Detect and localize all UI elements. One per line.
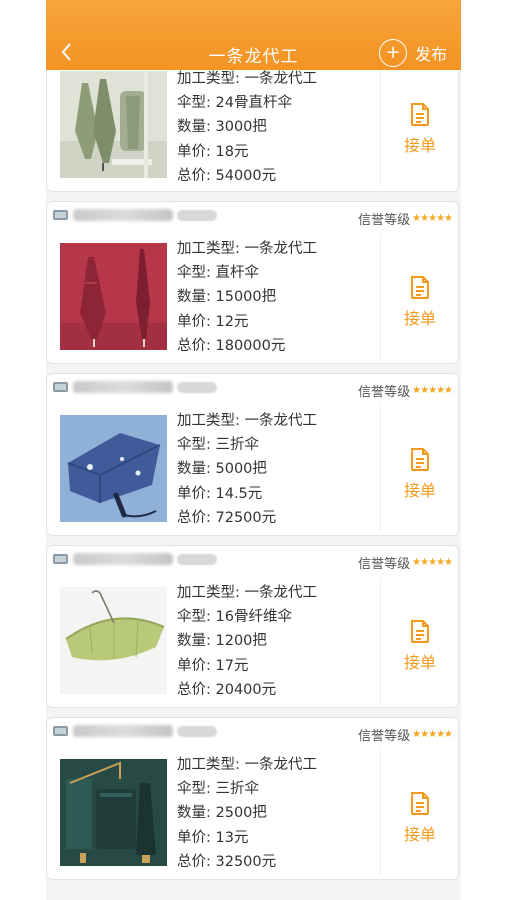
seller-name-blurred bbox=[73, 381, 173, 393]
order-card[interactable]: 信誉等级 ★★★★★ 加工类型: 一条龙代工 伞型: 16骨纤维伞 数量: 12… bbox=[46, 545, 459, 708]
quantity-row: 数量: 2500把 bbox=[177, 805, 267, 822]
seller-badge-blurred bbox=[177, 726, 217, 737]
order-info: 加工类型: 一条龙代工 伞型: 直杆伞 数量: 15000把 单价: 12元 总… bbox=[177, 237, 317, 358]
unit-price-row: 单价: 17元 bbox=[177, 657, 249, 674]
process-type-row: 加工类型: 一条龙代工 bbox=[177, 585, 317, 601]
umbrella-style-row: 伞型: 直杆伞 bbox=[177, 265, 259, 282]
product-image bbox=[60, 759, 167, 866]
order-info: 加工类型: 一条龙代工 伞型: 三折伞 数量: 5000把 单价: 14.5元 … bbox=[177, 409, 317, 530]
umbrella-style-row: 伞型: 16骨纤维伞 bbox=[177, 609, 292, 626]
document-icon bbox=[411, 103, 429, 126]
product-image bbox=[60, 415, 167, 522]
order-info: 加工类型: 一条龙代工 伞型: 16骨纤维伞 数量: 1200把 单价: 17元… bbox=[177, 581, 317, 702]
total-price-row: 总价: 72500元 bbox=[177, 509, 277, 526]
document-icon bbox=[411, 276, 429, 299]
order-card[interactable]: 信誉等级 ★★★★★ 加工类型: 一条龙代工 伞型: 三折伞 数量: 2500把… bbox=[46, 717, 459, 880]
rating-stars: ★★★★★ bbox=[412, 213, 453, 224]
order-card[interactable]: 信誉等级 ★★★★★ 加工类型: 一条龙代工 伞型: 三折伞 数量: 5000把… bbox=[46, 373, 459, 536]
accept-order-button[interactable]: 接单 bbox=[381, 448, 459, 501]
seller-name-blurred bbox=[73, 725, 173, 737]
credit-rating: 信誉等级 ★★★★★ bbox=[358, 729, 453, 744]
seller-avatar-icon bbox=[53, 726, 68, 736]
order-info: 加工类型: 一条龙代工 伞型: 三折伞 数量: 2500把 单价: 13元 总价… bbox=[177, 753, 317, 874]
accept-label: 接单 bbox=[403, 136, 436, 155]
unit-price-row: 单价: 13元 bbox=[177, 829, 249, 846]
umbrella-style-row: 伞型: 三折伞 bbox=[177, 781, 259, 798]
rating-stars: ★★★★★ bbox=[412, 385, 453, 396]
product-image bbox=[60, 71, 167, 178]
accept-label: 接单 bbox=[403, 653, 436, 672]
credit-rating: 信誉等级 ★★★★★ bbox=[358, 385, 453, 400]
quantity-row: 数量: 15000把 bbox=[177, 289, 277, 306]
unit-price-row: 单价: 12元 bbox=[177, 313, 249, 330]
publish-label: 发布 bbox=[414, 45, 447, 64]
seller-badge-blurred bbox=[177, 210, 217, 221]
credit-rating: 信誉等级 ★★★★★ bbox=[358, 213, 453, 228]
quantity-row: 数量: 1200把 bbox=[177, 633, 267, 650]
seller-row: 信誉等级 ★★★★★ bbox=[47, 546, 458, 574]
order-card[interactable]: 信誉等级 ★★★★★ 加工类型: 一条龙代工 伞型: 直杆伞 数量: 15000把 bbox=[46, 201, 459, 364]
umbrella-style-row: 伞型: 三折伞 bbox=[177, 437, 259, 454]
credit-rating: 信誉等级 ★★★★★ bbox=[358, 557, 453, 572]
total-price-row: 总价: 54000元 bbox=[177, 167, 277, 184]
rating-stars: ★★★★★ bbox=[412, 557, 453, 568]
seller-name-blurred bbox=[73, 209, 173, 221]
total-price-row: 总价: 20400元 bbox=[177, 681, 277, 698]
seller-row: 信誉等级 ★★★★★ bbox=[47, 374, 458, 402]
seller-avatar-icon bbox=[53, 382, 68, 392]
quantity-row: 数量: 5000把 bbox=[177, 461, 267, 478]
accept-order-button[interactable]: 接单 bbox=[381, 620, 459, 673]
seller-badge-blurred bbox=[177, 382, 217, 393]
total-price-row: 总价: 32500元 bbox=[177, 853, 277, 870]
seller-avatar-icon bbox=[53, 210, 68, 220]
process-type-row: 加工类型: 一条龙代工 bbox=[177, 413, 317, 429]
publish-button[interactable]: + 发布 bbox=[378, 38, 447, 68]
process-type-row: 加工类型: 一条龙代工 bbox=[177, 241, 317, 257]
umbrella-style-row: 伞型: 24骨直杆伞 bbox=[177, 95, 292, 112]
document-icon bbox=[411, 448, 429, 471]
accept-order-button[interactable]: 接单 bbox=[381, 276, 459, 329]
top-nav-bar: 一条龙代工 + 发布 bbox=[46, 0, 461, 70]
accept-label: 接单 bbox=[403, 825, 436, 844]
product-image bbox=[60, 243, 167, 350]
quantity-row: 数量: 3000把 bbox=[177, 119, 267, 136]
accept-order-button[interactable]: 接单 bbox=[381, 792, 459, 845]
accept-order-button[interactable]: 接单 bbox=[381, 103, 459, 156]
seller-badge-blurred bbox=[177, 554, 217, 565]
seller-avatar-icon bbox=[53, 554, 68, 564]
process-type-row: 加工类型: 一条龙代工 bbox=[177, 71, 317, 87]
unit-price-row: 单价: 14.5元 bbox=[177, 485, 263, 502]
seller-row: 信誉等级 ★★★★★ bbox=[47, 718, 458, 746]
total-price-row: 总价: 180000元 bbox=[177, 337, 286, 354]
process-type-row: 加工类型: 一条龙代工 bbox=[177, 757, 317, 773]
rating-stars: ★★★★★ bbox=[412, 729, 453, 740]
seller-row: 信誉等级 ★★★★★ bbox=[47, 202, 458, 230]
seller-name-blurred bbox=[73, 553, 173, 565]
plus-icon: + bbox=[378, 39, 407, 67]
app-screen: 加工类型: 一条龙代工 伞型: 24骨直杆伞 数量: 3000把 单价: 18元… bbox=[46, 0, 461, 900]
unit-price-row: 单价: 18元 bbox=[177, 143, 249, 160]
accept-label: 接单 bbox=[403, 309, 436, 328]
document-icon bbox=[411, 792, 429, 815]
document-icon bbox=[411, 620, 429, 643]
product-image bbox=[60, 587, 167, 694]
order-info: 加工类型: 一条龙代工 伞型: 24骨直杆伞 数量: 3000把 单价: 18元… bbox=[177, 67, 317, 188]
accept-label: 接单 bbox=[403, 481, 436, 500]
